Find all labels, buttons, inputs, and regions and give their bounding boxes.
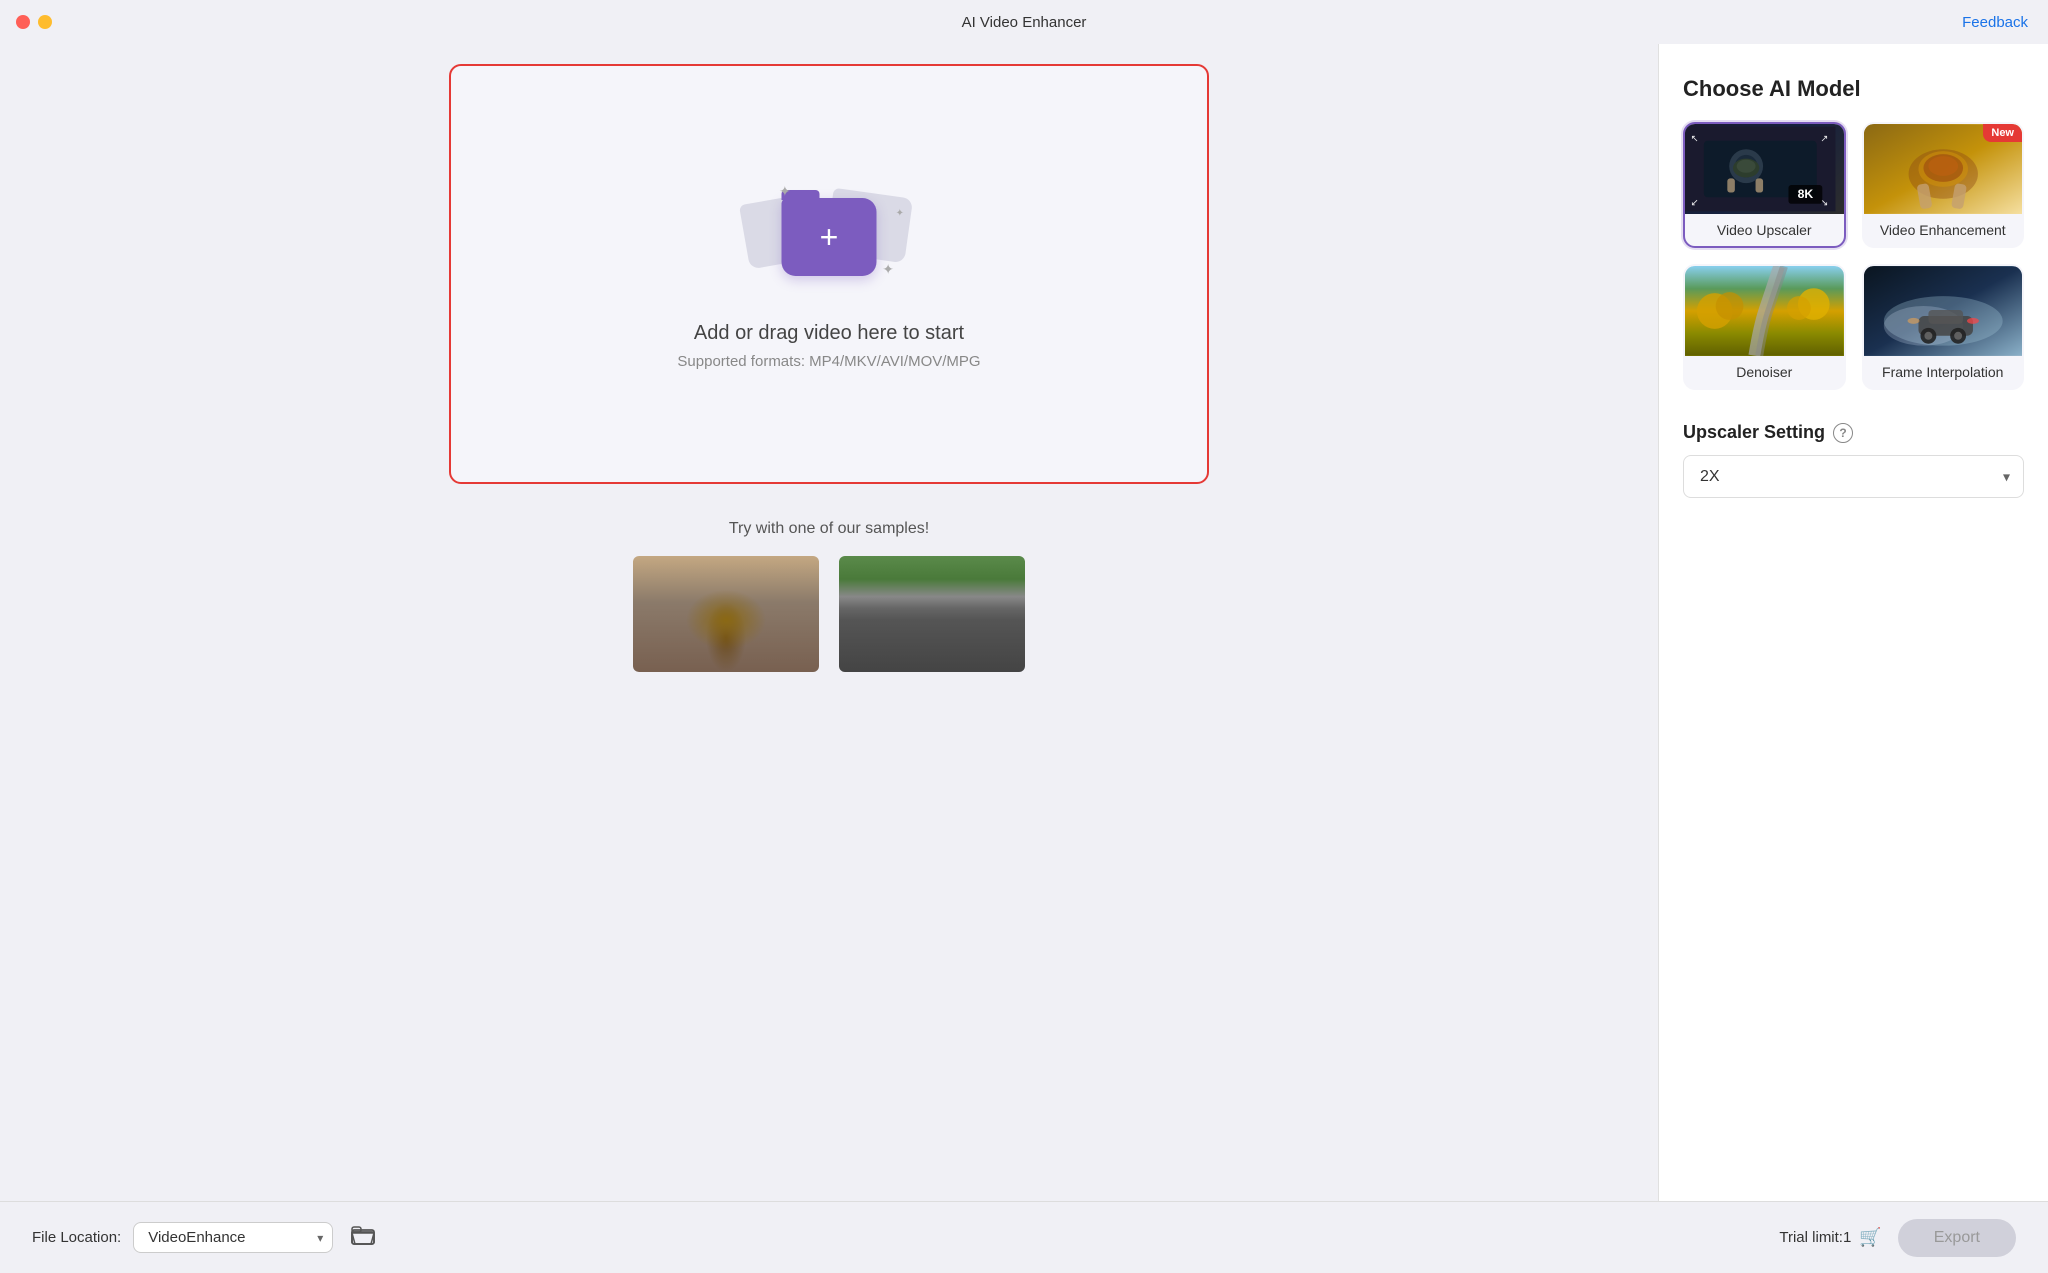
model-label-frame-interpolation: Frame Interpolation bbox=[1864, 356, 2023, 388]
model-thumb-frame-interp bbox=[1864, 266, 2023, 356]
bottom-bar: File Location: VideoEnhance ▾ Trial limi… bbox=[0, 1201, 2048, 1273]
bottom-right: Trial limit:1 🛒 Export bbox=[1779, 1219, 2016, 1257]
upscaler-setting-section: Upscaler Setting ? 2X 4X 8X ▾ bbox=[1683, 422, 2024, 498]
cart-icon: 🛒 bbox=[1859, 1227, 1881, 1248]
model-card-denoiser[interactable]: Denoiser bbox=[1683, 264, 1846, 390]
upscaler-dropdown-wrapper: 2X 4X 8X ▾ bbox=[1683, 455, 2024, 498]
denoiser-thumb-svg bbox=[1685, 266, 1844, 356]
export-button[interactable]: Export bbox=[1898, 1219, 2016, 1257]
folder-icon-container: + ✦ ✦ ✦ bbox=[759, 178, 899, 298]
folder-plus-icon: + bbox=[820, 221, 839, 253]
trial-limit-text: Trial limit:1 bbox=[1779, 1229, 1851, 1246]
upscaler-dropdown[interactable]: 2X 4X 8X bbox=[1683, 455, 2024, 498]
close-button[interactable] bbox=[16, 15, 30, 29]
sample-squirrel[interactable] bbox=[631, 554, 821, 674]
sparkle-icon-2: ✦ bbox=[882, 261, 894, 278]
minimize-button[interactable] bbox=[38, 15, 52, 29]
drop-zone[interactable]: + ✦ ✦ ✦ Add or drag video here to start … bbox=[449, 64, 1209, 484]
model-card-frame-interpolation[interactable]: Frame Interpolation bbox=[1862, 264, 2025, 390]
file-location-select[interactable]: VideoEnhance bbox=[133, 1222, 333, 1253]
samples-grid bbox=[449, 554, 1209, 674]
window-controls bbox=[16, 15, 52, 29]
frame-interp-thumb-svg bbox=[1864, 266, 2023, 356]
traffic-thumbnail bbox=[839, 556, 1025, 672]
feedback-link[interactable]: Feedback bbox=[1962, 14, 2028, 31]
file-location-label: File Location: bbox=[32, 1229, 121, 1246]
model-thumb-enhancement: New bbox=[1864, 124, 2023, 214]
right-panel: Choose AI Model bbox=[1658, 44, 2048, 1201]
model-card-upscaler[interactable]: ↖ ↗ ↙ ↘ 8K Video Upscaler bbox=[1683, 122, 1846, 248]
folder-main-icon: + bbox=[782, 198, 877, 276]
upscaler-thumb-content: ↖ ↗ ↙ ↘ 8K bbox=[1685, 124, 1836, 214]
svg-text:↖: ↖ bbox=[1691, 133, 1699, 144]
app-title: AI Video Enhancer bbox=[962, 14, 1087, 31]
model-label-upscaler: Video Upscaler bbox=[1685, 214, 1844, 246]
sparkle-icon-1: ✦ bbox=[779, 183, 791, 200]
samples-title: Try with one of our samples! bbox=[449, 520, 1209, 538]
titlebar: AI Video Enhancer Feedback bbox=[0, 0, 2048, 44]
model-card-enhancement[interactable]: New Video Enhancement bbox=[1862, 122, 2025, 248]
new-badge: New bbox=[1983, 124, 2022, 142]
main-content: + ✦ ✦ ✦ Add or drag video here to start … bbox=[0, 44, 2048, 1201]
model-label-enhancement: Video Enhancement bbox=[1864, 214, 2023, 246]
samples-section: Try with one of our samples! bbox=[449, 520, 1209, 674]
drop-zone-subtitle: Supported formats: MP4/MKV/AVI/MOV/MPG bbox=[677, 353, 980, 370]
drop-zone-title: Add or drag video here to start bbox=[694, 322, 964, 345]
squirrel-thumbnail bbox=[633, 556, 819, 672]
svg-text:↙: ↙ bbox=[1691, 197, 1699, 208]
sample-traffic[interactable] bbox=[837, 554, 1027, 674]
model-label-denoiser: Denoiser bbox=[1685, 356, 1844, 388]
left-panel: + ✦ ✦ ✦ Add or drag video here to start … bbox=[0, 44, 1658, 1201]
upscaler-setting-label: Upscaler Setting bbox=[1683, 422, 1825, 443]
help-icon[interactable]: ? bbox=[1833, 423, 1853, 443]
folder-browse-button[interactable] bbox=[343, 1220, 383, 1256]
models-grid: ↖ ↗ ↙ ↘ 8K Video Upscaler bbox=[1683, 122, 2024, 390]
folder-open-icon bbox=[351, 1224, 375, 1246]
file-location-select-wrapper: VideoEnhance ▾ bbox=[133, 1222, 333, 1253]
svg-text:8K: 8K bbox=[1798, 187, 1814, 201]
choose-model-title: Choose AI Model bbox=[1683, 76, 2024, 102]
trial-info: Trial limit:1 🛒 bbox=[1779, 1227, 1881, 1248]
model-thumb-upscaler: ↖ ↗ ↙ ↘ 8K bbox=[1685, 124, 1844, 214]
sparkle-icon-3: ✦ bbox=[896, 208, 904, 219]
svg-text:↗: ↗ bbox=[1820, 133, 1828, 144]
upscaler-setting-title: Upscaler Setting ? bbox=[1683, 422, 2024, 443]
upscaler-thumb-svg: ↖ ↗ ↙ ↘ 8K bbox=[1685, 124, 1836, 214]
model-thumb-denoiser bbox=[1685, 266, 1844, 356]
